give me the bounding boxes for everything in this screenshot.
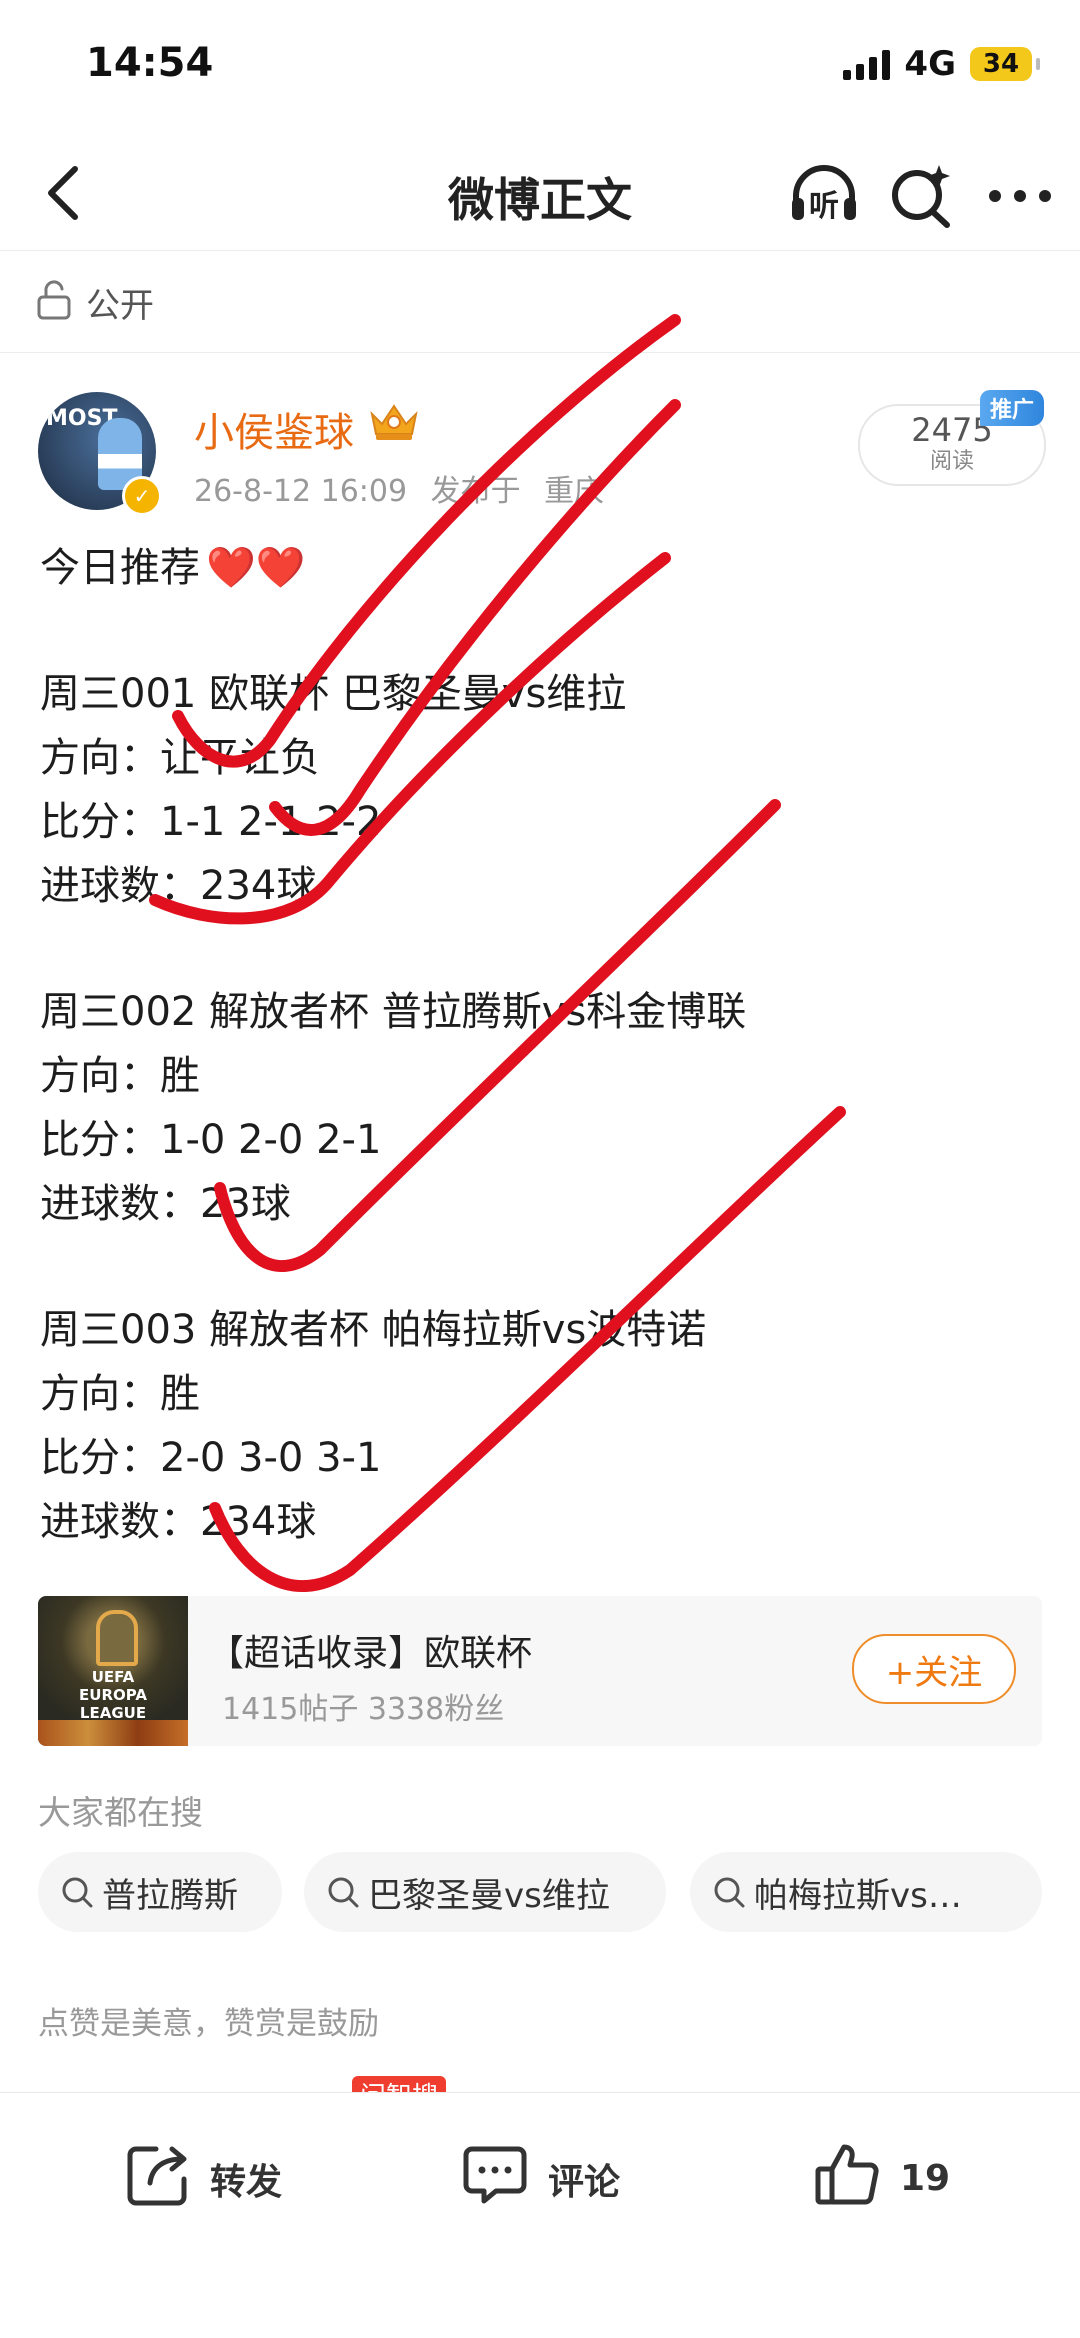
match-goals: 进球数：23球 <box>40 1181 291 1227</box>
match-goals: 进球数：234球 <box>40 863 317 909</box>
like-button[interactable]: 19 <box>812 2139 950 2218</box>
comment-button[interactable]: 评论 <box>460 2139 620 2218</box>
network-type: 4G <box>904 44 956 84</box>
match-score: 比分：1-1 2-1 2-2 <box>40 799 382 845</box>
follow-button[interactable]: +关注 <box>852 1634 1016 1704</box>
lock-icon <box>36 280 72 324</box>
v-badge-icon: ✓ <box>122 476 162 516</box>
trending-search-heading: 大家都在搜 <box>38 1793 203 1832</box>
match-goals: 进球数：234球 <box>40 1499 317 1545</box>
post-intro: 今日推荐 ❤️❤️ <box>40 545 306 591</box>
match-title: 周三003 解放者杯 帕梅拉斯vs波特诺 <box>40 1307 707 1353</box>
match-title: 周三001 欧联杯 巴黎圣曼vs维拉 <box>40 671 627 717</box>
europa-league-logo: UEFA EUROPA LEAGUE <box>38 1596 188 1746</box>
location-prefix: 发布于 <box>430 474 521 509</box>
listen-icon[interactable]: 听 <box>786 158 862 234</box>
status-indicators: 4G 34 <box>843 44 1040 84</box>
author-name[interactable]: 小侯鉴球 <box>194 400 354 458</box>
reward-text: 点赞是美意，赞赏是鼓励 <box>38 2006 379 2042</box>
topic-card[interactable]: UEFA EUROPA LEAGUE 【超话收录】欧联杯 1415帖子 3338… <box>38 1596 1042 1746</box>
comment-icon <box>460 2139 530 2218</box>
nav-actions: 听 <box>786 158 1058 234</box>
topic-stats: 1415帖子 3338粉丝 <box>222 1692 505 1727</box>
repost-button[interactable]: 转发 <box>122 2139 282 2218</box>
post-body: 今日推荐 ❤️❤️ 周三001 欧联杯 巴黎圣曼vs维拉 方向：让平让负 比分：1… <box>40 536 1050 1554</box>
status-time: 14:54 <box>86 40 214 86</box>
battery-icon: 34 <box>970 47 1040 81</box>
more-icon[interactable] <box>982 158 1058 234</box>
bottom-toolbar: 转发 评论 19 <box>0 2092 1080 2338</box>
search-chip[interactable]: 巴黎圣曼vs维拉 <box>304 1852 666 1932</box>
visibility-label: 公开 <box>86 285 154 326</box>
search-chip[interactable]: 普拉腾斯 <box>38 1852 282 1932</box>
like-count: 19 <box>900 2158 951 2199</box>
search-chip[interactable]: 帕梅拉斯vs… <box>690 1852 1042 1932</box>
search-sparkle-icon[interactable] <box>884 158 960 234</box>
post-location: 重庆 <box>544 474 605 509</box>
listen-label: 听 <box>809 189 839 224</box>
promo-badge[interactable]: 推广 <box>980 390 1045 426</box>
match-title: 周三002 解放者杯 普拉腾斯vs科金博联 <box>40 989 747 1035</box>
match-score: 比分：2-0 3-0 3-1 <box>40 1435 382 1481</box>
share-icon <box>122 2139 192 2218</box>
thumbs-up-icon <box>812 2139 882 2218</box>
search-icon <box>712 1875 746 1909</box>
post-meta: 26-8-12 16:09 发布于 重庆 <box>194 466 604 510</box>
match-direction: 方向：让平让负 <box>40 735 320 781</box>
nav-bar: 微博正文 听 <box>0 140 1080 251</box>
heart-icon: ❤️❤️ <box>206 545 306 591</box>
topic-title: 【超话收录】欧联杯 <box>208 1633 533 1674</box>
match-direction: 方向：胜 <box>40 1371 200 1417</box>
repost-label: 转发 <box>210 2161 283 2203</box>
post-date: 26-8-12 16:09 <box>194 474 408 509</box>
search-icon <box>326 1875 360 1909</box>
comment-label: 评论 <box>548 2161 621 2203</box>
match-direction: 方向：胜 <box>40 1053 200 1099</box>
search-chip-label: 普拉腾斯 <box>102 1875 238 1916</box>
search-chip-label: 帕梅拉斯vs… <box>754 1875 962 1916</box>
visibility-row: 公开 <box>0 252 1080 353</box>
match-score: 比分：1-0 2-0 2-1 <box>40 1117 382 1163</box>
signal-icon <box>843 48 891 80</box>
search-icon <box>60 1875 94 1909</box>
search-chip-label: 巴黎圣曼vs维拉 <box>368 1875 610 1916</box>
read-count-label: 阅读 <box>929 449 974 474</box>
crown-icon <box>366 402 422 446</box>
